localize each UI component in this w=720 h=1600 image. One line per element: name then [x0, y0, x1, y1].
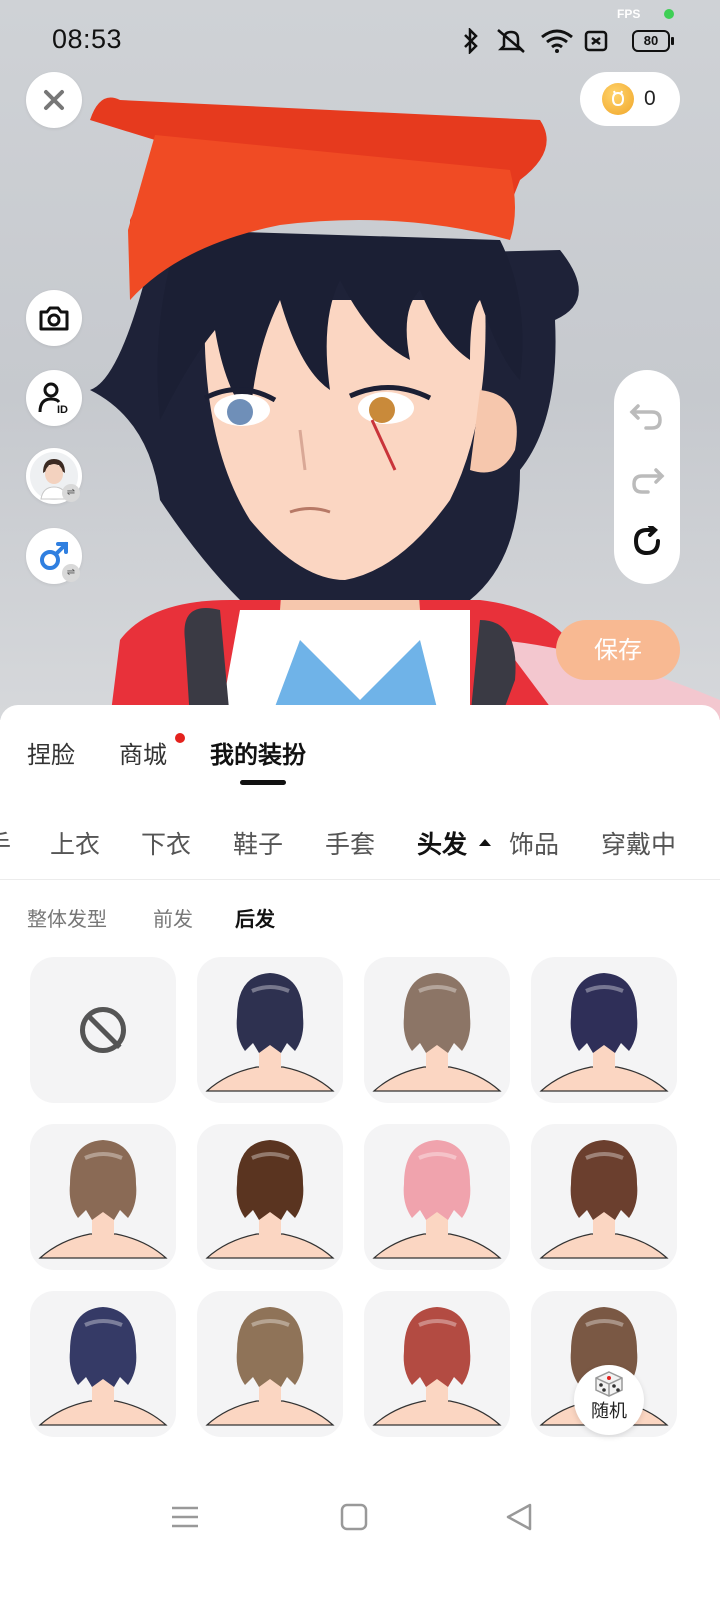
- redo-icon[interactable]: [614, 464, 680, 494]
- id-card-icon: ID: [38, 382, 68, 415]
- tab-category-bottoms[interactable]: 下衣: [141, 825, 191, 861]
- hair-item[interactable]: [30, 1124, 176, 1270]
- tab-face-edit[interactable]: 捏脸: [27, 735, 75, 770]
- hair-preview: [372, 973, 502, 1092]
- random-button[interactable]: 随机: [574, 1365, 644, 1435]
- hair-preview: [372, 1307, 502, 1426]
- category-tabs: 手 上衣 下衣 鞋子 手套 头发 饰品 穿戴中: [0, 813, 720, 873]
- status-bar: 08:53 FPS 80: [0, 0, 720, 80]
- system-nav-bar: [0, 1470, 720, 1600]
- main-tabs: 捏脸 商城 我的装扮: [0, 705, 720, 795]
- tab-shop[interactable]: 商城: [119, 735, 167, 770]
- hair-item[interactable]: [531, 1124, 677, 1270]
- dice-icon: [595, 1371, 623, 1397]
- coin-count: 0: [644, 87, 656, 110]
- hair-preview: [205, 1307, 335, 1426]
- hair-preview: [539, 1140, 669, 1259]
- tab-category-shoes[interactable]: 鞋子: [233, 825, 283, 861]
- tab-category-accessories[interactable]: 饰品: [509, 825, 559, 861]
- tab-category-partial[interactable]: 手: [0, 825, 11, 861]
- hair-item[interactable]: [197, 1291, 343, 1437]
- tab-category-gloves[interactable]: 手套: [325, 825, 375, 861]
- tab-my-outfits[interactable]: 我的装扮: [210, 735, 306, 770]
- home-icon[interactable]: [339, 1502, 369, 1532]
- mute-icon: [497, 29, 525, 53]
- wifi-icon: [541, 29, 573, 53]
- tab-category-wearing[interactable]: 穿戴中: [601, 825, 676, 861]
- hair-sub-tabs: 整体发型 前发 后发: [0, 895, 720, 935]
- tab-category-tops[interactable]: 上衣: [50, 825, 100, 861]
- screen-record-icon: [584, 30, 608, 52]
- avatar-id-button[interactable]: ID: [26, 370, 82, 426]
- tab-back-hair[interactable]: 后发: [235, 903, 275, 932]
- undo-icon[interactable]: [614, 400, 680, 430]
- switch-avatar-button[interactable]: ⇌: [26, 448, 82, 504]
- swap-icon: ⇌: [62, 564, 80, 582]
- caret-up-icon: [479, 839, 491, 846]
- save-button[interactable]: 保存: [556, 620, 680, 680]
- close-button[interactable]: [26, 72, 82, 128]
- history-controls: [614, 370, 680, 584]
- no-hair-option[interactable]: [30, 957, 176, 1103]
- reset-icon[interactable]: [614, 526, 680, 556]
- camera-icon: [39, 306, 69, 331]
- tab-category-hair[interactable]: 头发: [417, 825, 467, 861]
- outfit-panel: 捏脸 商城 我的装扮 手 上衣 下衣 鞋子 手套 头发 饰品 穿戴中 整体发型 …: [0, 705, 720, 1600]
- notification-badge: [175, 733, 185, 743]
- fps-indicator-icon: [664, 9, 674, 19]
- hair-preview: [372, 1140, 502, 1259]
- coin-balance[interactable]: 0: [580, 72, 680, 126]
- menu-icon[interactable]: [170, 1502, 200, 1532]
- switch-gender-button[interactable]: ⇌: [26, 528, 82, 584]
- hair-item[interactable]: [30, 1291, 176, 1437]
- active-tab-indicator: [240, 780, 286, 785]
- back-icon[interactable]: [504, 1502, 534, 1532]
- hair-item[interactable]: [364, 1124, 510, 1270]
- svg-text:ID: ID: [57, 404, 68, 415]
- camera-button[interactable]: [26, 290, 82, 346]
- tab-front-hair[interactable]: 前发: [153, 903, 193, 932]
- random-label: 随机: [591, 1401, 627, 1422]
- hair-preview: [205, 1140, 335, 1259]
- status-time: 08:53: [52, 24, 123, 54]
- hair-preview: [539, 973, 669, 1092]
- coin-icon: [602, 83, 634, 115]
- bluetooth-icon: [464, 28, 478, 54]
- tab-full-hairstyle[interactable]: 整体发型: [27, 903, 107, 932]
- hair-preview: [205, 973, 335, 1092]
- hair-item[interactable]: [364, 1291, 510, 1437]
- hair-preview: [38, 1140, 168, 1259]
- hair-item[interactable]: [197, 1124, 343, 1270]
- fps-label: FPS: [617, 7, 641, 21]
- hair-preview: [38, 1307, 168, 1426]
- battery-icon: 80: [632, 30, 674, 52]
- no-entry-icon: [80, 1007, 126, 1053]
- hair-item[interactable]: [364, 957, 510, 1103]
- hair-item[interactable]: [197, 957, 343, 1103]
- swap-icon: ⇌: [62, 484, 80, 502]
- hair-item[interactable]: [531, 957, 677, 1103]
- close-icon: [44, 90, 64, 110]
- divider: [0, 879, 720, 880]
